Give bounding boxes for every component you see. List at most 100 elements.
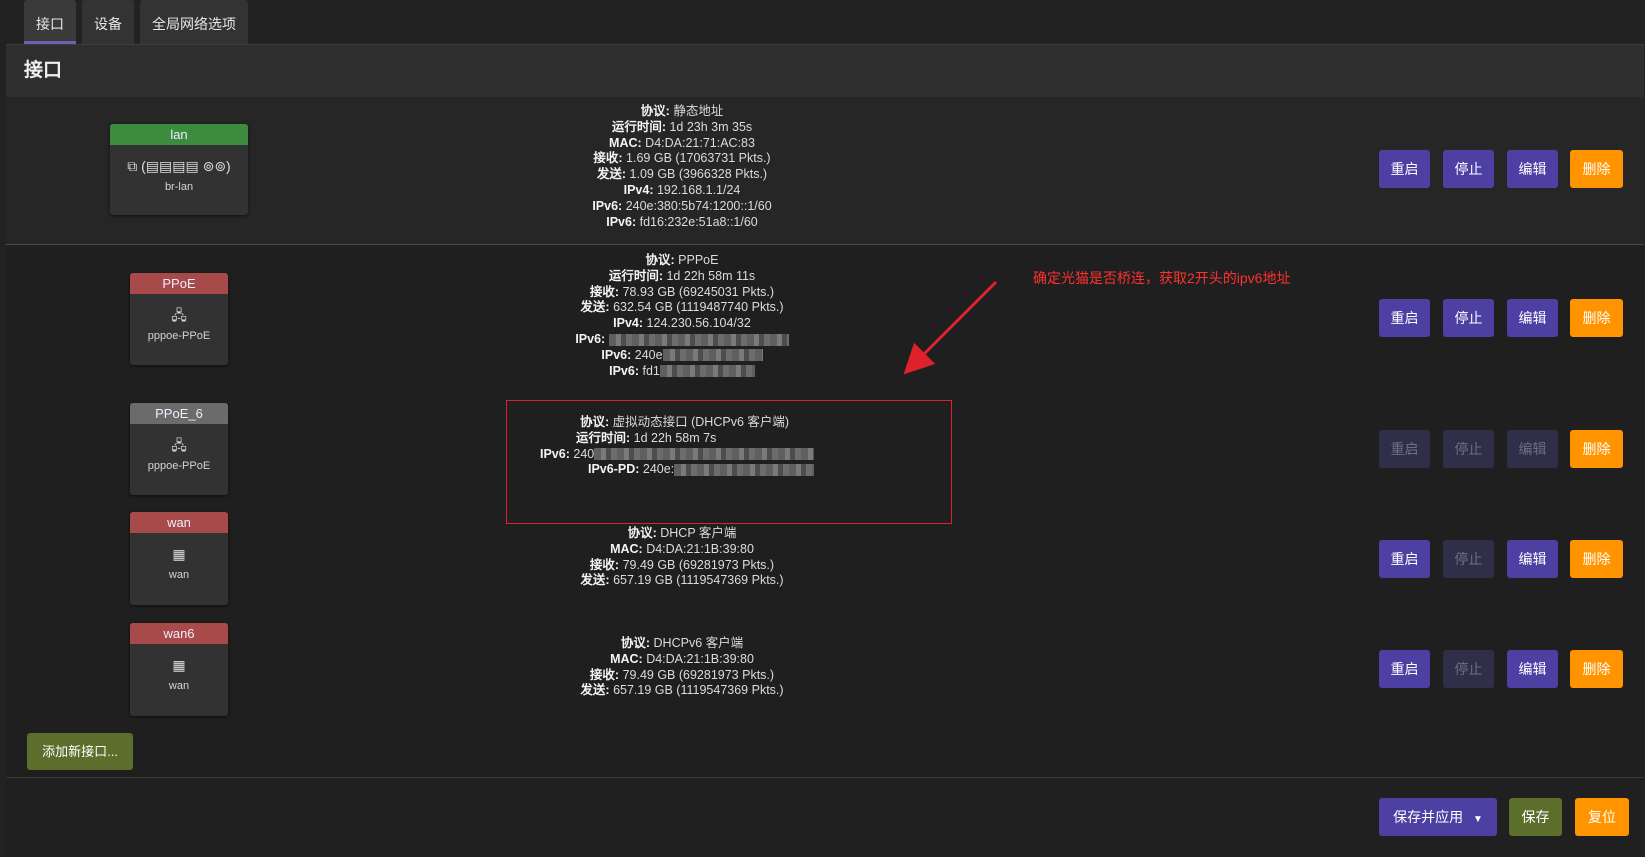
status-line: 运行时间: 1d 23h 3m 35s: [382, 120, 982, 136]
delete-button[interactable]: 删除: [1570, 150, 1623, 188]
stop-button[interactable]: 停止: [1443, 650, 1494, 688]
delete-button[interactable]: 删除: [1570, 650, 1623, 688]
status-line: MAC: D4:DA:21:71:AC:83: [382, 136, 982, 152]
save-button[interactable]: 保存: [1509, 798, 1562, 836]
delete-button[interactable]: 删除: [1570, 430, 1623, 468]
restart-button[interactable]: 重启: [1379, 430, 1430, 468]
status-value: 240e: [631, 347, 663, 362]
status-value: 632.54 GB (1119487740 Pkts.): [609, 300, 784, 315]
edit-button[interactable]: 编辑: [1507, 299, 1558, 337]
status-line: IPv6: 240e: [382, 348, 982, 364]
status-line: 发送: 657.19 GB (1119547369 Pkts.): [382, 573, 982, 589]
stop-button[interactable]: 停止: [1443, 150, 1494, 188]
network-port-icon: 🖧: [171, 437, 187, 453]
stop-button[interactable]: 停止: [1443, 430, 1494, 468]
status-key: IPv6:: [606, 214, 637, 229]
tab-bar: 接口 设备 全局网络选项: [24, 0, 248, 44]
status-value: 1.69 GB (17063731 Pkts.): [622, 151, 771, 166]
restart-button[interactable]: 重启: [1379, 299, 1430, 337]
interface-status: 协议: DHCP 客户端 MAC: D4:DA:21:1B:39:80 接收: 79…: [382, 526, 982, 589]
status-key: MAC:: [610, 651, 643, 666]
status-value: DHCPv6 客户端: [650, 636, 744, 650]
save-apply-label: 保存并应用: [1393, 809, 1464, 825]
status-key: 运行时间:: [611, 119, 666, 134]
status-value: PPPoE: [674, 253, 719, 267]
status-value: 1d 23h 3m 35s: [666, 119, 753, 134]
tab-interfaces[interactable]: 接口: [24, 0, 76, 44]
edit-button[interactable]: 编辑: [1507, 150, 1558, 188]
interface-badge-lan: lan ⧉ (▤▤▤▤ ⊚⊚) br-lan: [110, 124, 248, 215]
stop-button[interactable]: 停止: [1443, 299, 1494, 337]
tab-devices[interactable]: 设备: [82, 0, 134, 44]
interface-status: 协议: 静态地址 运行时间: 1d 23h 3m 35s MAC: D4:DA:21…: [382, 104, 982, 230]
status-key: IPv4:: [613, 316, 644, 331]
edit-button[interactable]: 编辑: [1507, 540, 1558, 578]
delete-button[interactable]: 删除: [1570, 299, 1623, 337]
status-key: 协议:: [645, 253, 675, 267]
status-value: 657.19 GB (1119547369 Pkts.): [609, 573, 784, 588]
status-key: 发送:: [580, 573, 610, 588]
device-name: br-lan: [164, 181, 194, 193]
status-value: 静态地址: [669, 104, 724, 118]
interface-badge-wan6: wan6 ▦ wan: [130, 623, 228, 716]
status-line: MAC: D4:DA:21:1B:39:80: [382, 542, 982, 558]
status-line: IPv4: 124.230.56.104/32: [382, 316, 982, 332]
interface-name: lan: [110, 124, 248, 145]
tab-global-network-options[interactable]: 全局网络选项: [140, 0, 248, 44]
interface-name: wan: [130, 512, 228, 533]
stop-button[interactable]: 停止: [1443, 540, 1494, 578]
status-key: 接收:: [593, 151, 623, 166]
interface-badge-wan: wan ▦ wan: [130, 512, 228, 605]
status-line: 发送: 632.54 GB (1119487740 Pkts.): [382, 300, 982, 316]
status-value: 192.168.1.1/24: [653, 182, 741, 197]
interface-badge-ppoe: PPoE 🖧 pppoe-PPoE: [130, 273, 228, 365]
status-key: 协议:: [640, 104, 670, 118]
status-key: MAC:: [609, 135, 642, 150]
status-value: 78.93 GB (69245031 Pkts.): [619, 284, 775, 299]
edit-button[interactable]: 编辑: [1507, 430, 1558, 468]
status-value: 657.19 GB (1119547369 Pkts.): [609, 683, 784, 698]
interface-status: 协议: PPPoE 运行时间: 1d 22h 58m 11s 接收: 78.93 G…: [382, 253, 982, 379]
add-interface-button[interactable]: 添加新接口...: [27, 733, 133, 770]
restart-button[interactable]: 重启: [1379, 540, 1430, 578]
redacted-block: [662, 349, 763, 362]
chevron-down-icon: ▼: [1472, 814, 1483, 825]
interface-badge-ppoe_6: PPoE_6 🖧 pppoe-PPoE: [130, 403, 228, 495]
delete-button[interactable]: 删除: [1570, 540, 1623, 578]
device-name: wan: [168, 680, 190, 692]
status-value: 79.49 GB (69281973 Pkts.): [619, 667, 775, 682]
network-port-icon: ⧉ (▤▤▤▤ ⊚⊚): [127, 158, 231, 174]
reset-button[interactable]: 复位: [1575, 798, 1629, 836]
status-line: 运行时间: 1d 22h 58m 11s: [382, 269, 982, 285]
status-value: DHCP 客户端: [656, 526, 737, 540]
status-line: IPv4: 192.168.1.1/24: [382, 183, 982, 199]
network-port-icon: 🖧: [171, 307, 187, 323]
status-line: IPv6: fd1: [382, 364, 982, 380]
status-line: 协议: DHCP 客户端: [382, 526, 982, 542]
status-key: 接收:: [589, 284, 620, 299]
status-key: 发送:: [580, 300, 610, 315]
status-line: IPv6:: [382, 332, 982, 348]
status-line: 协议: DHCPv6 客户端: [382, 636, 982, 652]
panel-title: 接口: [6, 45, 1644, 97]
save-apply-button[interactable]: 保存并应用 ▼: [1379, 798, 1497, 836]
status-key: 协议:: [627, 526, 657, 540]
annotation-arrow-icon: [903, 280, 998, 375]
status-line: 接收: 78.93 GB (69245031 Pkts.): [382, 285, 982, 301]
edit-button[interactable]: 编辑: [1507, 650, 1558, 688]
status-key: 协议:: [620, 636, 651, 650]
redacted-block: [608, 333, 789, 346]
device-name: wan: [168, 569, 190, 581]
restart-button[interactable]: 重启: [1379, 650, 1430, 688]
footer-bar: 保存并应用 ▼ 保存 复位: [6, 777, 1644, 857]
status-value: fd16:232e:51a8::1/60: [636, 214, 758, 229]
status-value: 1d 22h 58m 11s: [662, 268, 756, 283]
device-name: pppoe-PPoE: [147, 460, 211, 472]
status-value: 1.09 GB (3966328 Pkts.): [626, 167, 768, 182]
restart-button[interactable]: 重启: [1379, 150, 1430, 188]
status-value: D4:DA:21:71:AC:83: [641, 135, 755, 150]
interface-name: PPoE: [130, 273, 228, 294]
status-value: D4:DA:21:1B:39:80: [642, 541, 754, 556]
status-line: 协议: PPPoE: [382, 253, 982, 269]
network-port-icon: ▦: [172, 657, 186, 673]
